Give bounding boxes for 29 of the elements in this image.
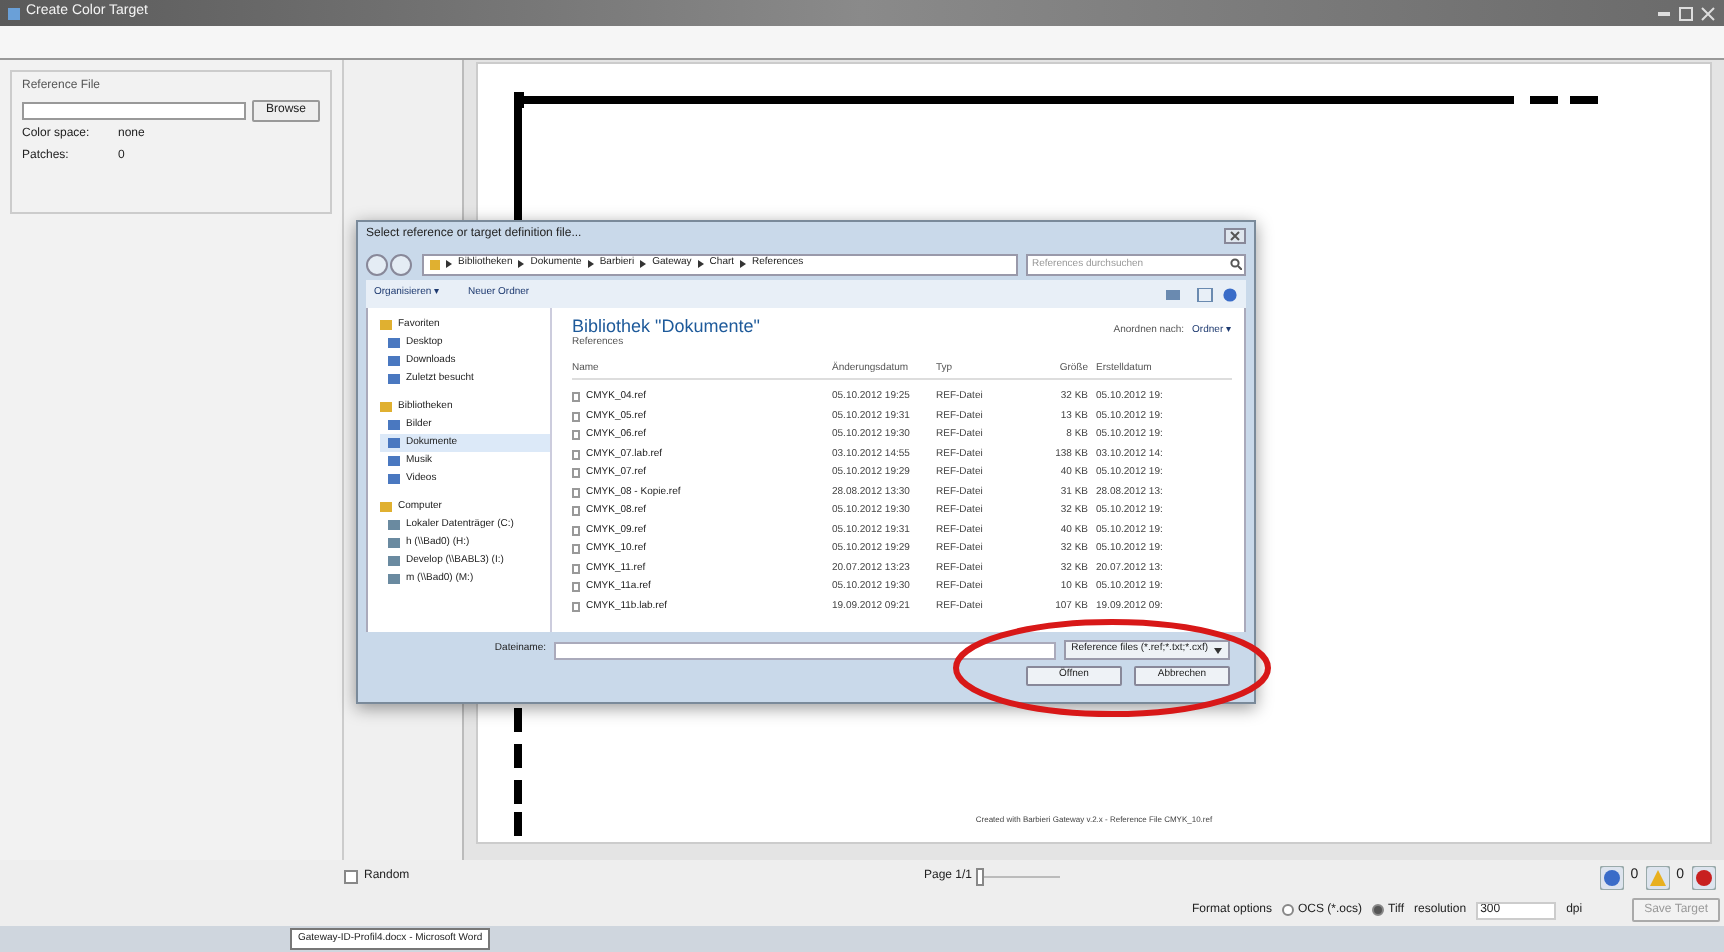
file-input-field[interactable] xyxy=(22,102,246,120)
filename-field[interactable] xyxy=(554,641,1056,659)
library-title: Bibliothek "Dokumente" xyxy=(572,316,762,336)
chevron-icon xyxy=(518,260,525,268)
radio-button[interactable] xyxy=(1372,904,1385,916)
chevron-icon xyxy=(446,260,452,268)
chevron-icon xyxy=(740,260,747,268)
error-icon[interactable] xyxy=(1692,865,1716,889)
window-controls-icon[interactable] xyxy=(1656,5,1716,21)
folder-icon xyxy=(430,259,440,269)
folder-icon xyxy=(380,502,392,512)
chevron-icon xyxy=(587,260,594,268)
caret-icon xyxy=(1214,647,1222,653)
random-checkbox[interactable] xyxy=(344,870,358,884)
crop-mark-dashes xyxy=(514,708,522,836)
folder-icon xyxy=(380,320,392,330)
folder-icon xyxy=(380,402,392,412)
app-icon xyxy=(8,7,20,19)
warning-icon[interactable] xyxy=(1646,865,1671,889)
search-icon xyxy=(1230,258,1242,270)
back-forward-icon[interactable] xyxy=(366,253,414,275)
info-icon[interactable] xyxy=(1600,865,1625,889)
chevron-icon xyxy=(697,260,704,268)
close-icon[interactable] xyxy=(1224,227,1246,243)
slider-thumb[interactable] xyxy=(976,868,985,886)
chevron-icon xyxy=(640,260,647,268)
radio-button[interactable] xyxy=(1282,904,1295,916)
page-slider[interactable] xyxy=(976,868,1061,886)
view-options-icon[interactable] xyxy=(1166,287,1238,301)
